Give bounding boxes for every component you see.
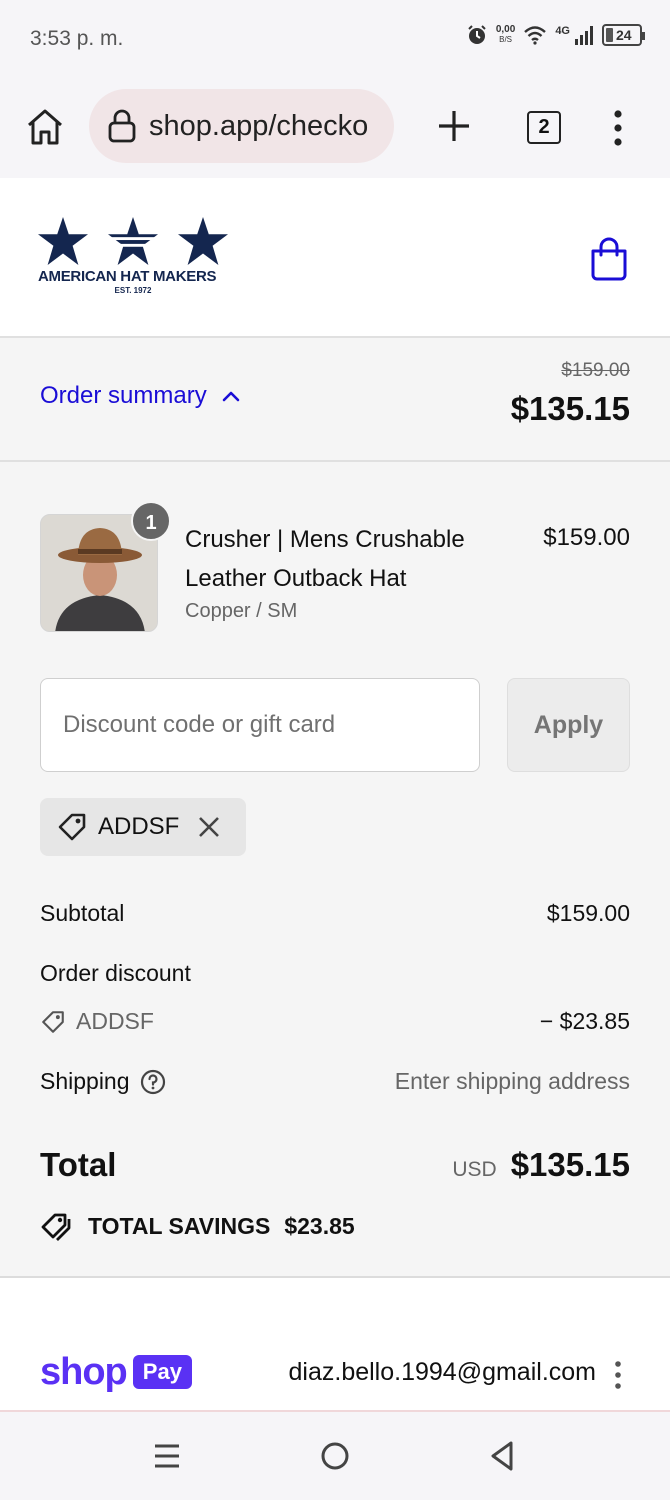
tab-switcher-button[interactable]: 2 [527, 111, 561, 144]
store-logo[interactable]: AMERICAN HAT MAKERS EST. 1972 [38, 216, 228, 302]
browser-menu-icon[interactable] [606, 108, 630, 148]
discount-code-label: ADDSF [76, 1008, 154, 1034]
summary-prices: $159.00 $135.15 [511, 360, 630, 428]
subtotal-label: Subtotal [40, 900, 125, 926]
line-item: 1 Crusher | Mens Crushable Leather Outba… [40, 501, 630, 634]
order-summary-toggle[interactable]: Order summary [40, 382, 241, 410]
new-tab-icon[interactable] [436, 108, 472, 144]
lock-icon [108, 109, 136, 143]
star-icon [38, 216, 88, 266]
total-row: Total USD $135.15 [40, 1146, 630, 1184]
total-value: $135.15 [510, 1146, 630, 1183]
net-speed-value: 0,00 [495, 24, 516, 35]
order-summary-label: Order summary [40, 382, 207, 409]
browser-toolbar: shop.app/checko 2 [0, 78, 670, 178]
logo-est: EST. 1972 [114, 286, 152, 295]
logo-name: AMERICAN HAT MAKERS [38, 268, 217, 285]
discount-code-info: ADDSF [40, 1008, 154, 1035]
shipping-row: Shipping Enter shipping address [40, 1068, 630, 1095]
shopping-bag-icon[interactable] [589, 237, 629, 281]
status-bar: 3:53 p. m. 0,00 B/S 4G 24 [0, 0, 670, 78]
total-currency: USD [452, 1158, 497, 1181]
recent-apps-icon[interactable] [149, 1438, 185, 1474]
tags-icon [41, 1213, 71, 1241]
alarm-icon [468, 25, 486, 44]
pay-badge: Pay [132, 1355, 192, 1389]
total-savings-row: TOTAL SAVINGS $23.85 [40, 1210, 355, 1242]
total-savings-value: $23.85 [284, 1212, 355, 1239]
shipping-value: Enter shipping address [394, 1068, 630, 1094]
help-icon[interactable] [140, 1069, 166, 1095]
shop-word: shop [40, 1351, 128, 1393]
product-title: Crusher | Mens Crushable Leather Outback… [185, 526, 465, 592]
more-options-icon[interactable] [612, 1360, 624, 1390]
shipping-label-wrap: Shipping [40, 1068, 166, 1095]
network-type: 4G [555, 25, 570, 37]
tag-icon [42, 1010, 64, 1033]
star-icon [178, 216, 228, 266]
chevron-up-icon [222, 391, 239, 402]
summary-total-price: $135.15 [510, 390, 630, 427]
subtotal-value: $159.00 [546, 900, 630, 926]
shipping-label: Shipping [40, 1068, 130, 1094]
subtotal-row: Subtotal $159.00 [40, 900, 630, 927]
back-icon[interactable] [484, 1438, 520, 1474]
apply-discount-button[interactable]: Apply [507, 678, 630, 772]
product-price: $159.00 [543, 524, 630, 551]
net-speed: 0,00 B/S [496, 25, 515, 45]
discount-code-row: ADDSF − $23.85 [40, 1008, 630, 1035]
home-icon[interactable] [24, 106, 66, 148]
system-nav-bar [0, 1412, 670, 1500]
url-text: shop.app/checko [149, 109, 369, 142]
total-label: Total [40, 1146, 117, 1183]
order-details: 1 Crusher | Mens Crushable Leather Outba… [0, 462, 670, 1278]
quantity-badge: 1 [131, 501, 171, 541]
total-amount: USD $135.15 [452, 1146, 630, 1184]
product-variant: Copper / SM [185, 600, 298, 622]
total-savings-label: TOTAL SAVINGS [88, 1212, 271, 1239]
close-icon[interactable] [197, 815, 221, 839]
signal-icon [575, 26, 593, 45]
net-speed-unit: B/S [499, 35, 513, 44]
order-summary-bar: Order summary $159.00 $135.15 [0, 338, 670, 462]
discount-code-input[interactable] [40, 678, 480, 772]
home-circle-icon[interactable] [317, 1438, 353, 1474]
applied-discount-chip: ADDSF [40, 798, 246, 856]
battery-icon: 24 [602, 24, 645, 46]
shop-pay-logo: shop Pay [40, 1353, 192, 1391]
order-discount-label: Order discount [40, 960, 191, 986]
account-email: diaz.bello.1994@gmail.com [288, 1358, 596, 1386]
status-time: 3:53 p. m. [30, 27, 124, 50]
discount-value: − $23.85 [539, 1008, 630, 1034]
logo-stars [38, 216, 228, 266]
order-discount-row: Order discount [40, 960, 630, 987]
status-icons: 0,00 B/S 4G 24 [466, 24, 645, 46]
address-bar[interactable]: shop.app/checko [89, 89, 394, 163]
shop-pay-bar: shop Pay diaz.bello.1994@gmail.com [0, 1278, 670, 1412]
applied-discount-code: ADDSF [98, 813, 180, 840]
store-header: AMERICAN HAT MAKERS EST. 1972 [0, 178, 670, 338]
wifi-icon [524, 26, 547, 45]
star-icon [108, 216, 158, 266]
summary-original-price: $159.00 [561, 360, 630, 381]
tag-icon [58, 813, 86, 841]
